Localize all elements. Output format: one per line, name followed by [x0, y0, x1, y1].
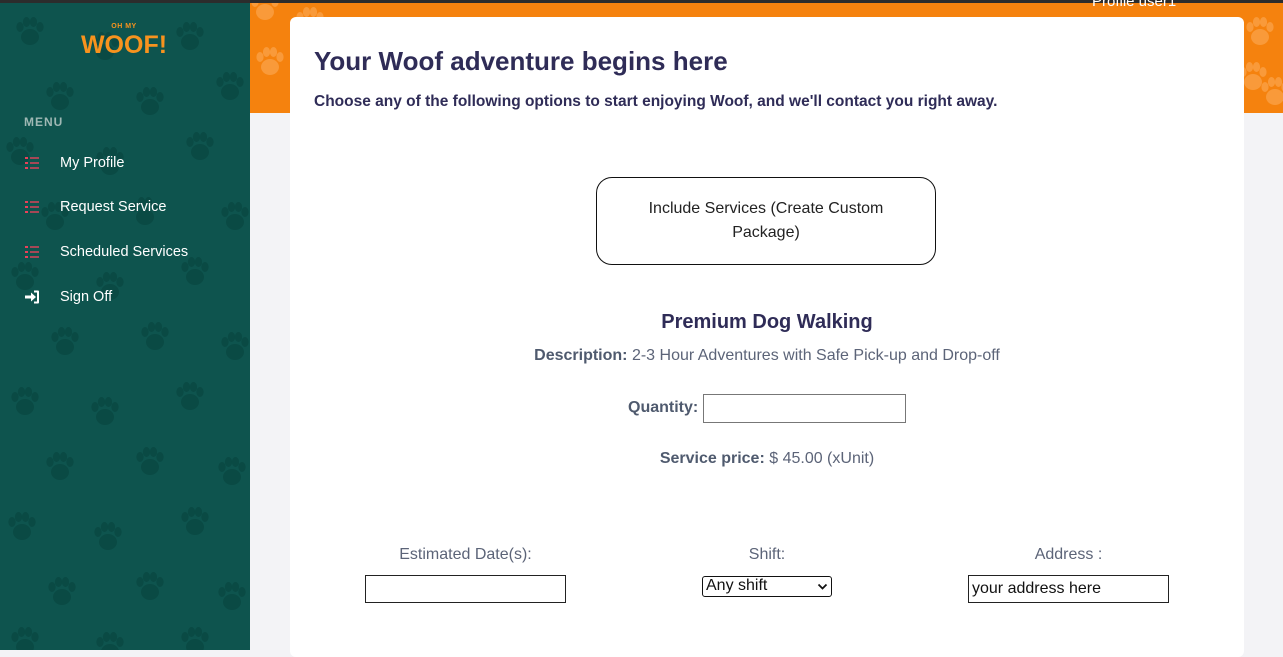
request-service-card: Your Woof adventure begins here Choose a… [290, 17, 1244, 657]
profile-user-label[interactable]: Profile user1 [1092, 0, 1176, 10]
page-subtitle: Choose any of the following options to s… [314, 93, 998, 110]
sidebar-item-label: Scheduled Services [60, 244, 189, 260]
quantity-input[interactable] [703, 394, 906, 423]
sidebar-item-label: Request Service [60, 199, 167, 215]
shift-select[interactable]: Any shift [702, 576, 832, 597]
page-title: Your Woof adventure begins here [314, 46, 728, 76]
sidebar-item-request-service[interactable]: Request Service [0, 190, 250, 224]
sidebar-item-label: My Profile [60, 155, 125, 171]
sign-in-icon [25, 290, 39, 304]
description-label: Description: [534, 347, 628, 364]
sidebar-item-sign-off[interactable]: Sign Off [0, 280, 250, 314]
create-custom-package-button[interactable]: Include Services (Create Custom Package) [596, 177, 936, 265]
service-description: Description: 2-3 Hour Adventures with Sa… [290, 347, 1244, 365]
address-input[interactable]: your address here [968, 575, 1169, 603]
menu-heading: MENU [24, 115, 64, 129]
sidebar-item-label: Sign Off [60, 289, 113, 305]
quantity-label: Quantity: [628, 399, 699, 416]
date-label: Estimated Date(s): [399, 546, 532, 563]
description-text: 2-3 Hour Adventures with Safe Pick-up an… [627, 347, 1000, 364]
price-value: $ 45.00 (xUnit) [764, 450, 875, 467]
paw-pattern-background [6, 17, 249, 650]
sidebar-item-my-profile[interactable]: My Profile [0, 146, 250, 180]
price-label: Service price: [659, 450, 765, 467]
logo-wordmark: WOOF! [80, 31, 168, 59]
service-price: Service price: $ 45.00 (xUnit) [290, 450, 1244, 468]
logo-tagline: OH MY [111, 23, 137, 30]
list-icon [25, 201, 39, 213]
list-icon [25, 246, 39, 258]
service-name: Premium Dog Walking [661, 311, 873, 333]
shift-label: Shift: [748, 546, 786, 563]
sidebar: OH MY WOOF! MENU My Profile Request Serv… [0, 3, 250, 650]
woof-logo[interactable]: OH MY WOOF! [76, 21, 176, 65]
date-input[interactable] [365, 575, 566, 603]
shift-selected-value: Any shift [706, 577, 768, 594]
address-label: Address : [1034, 546, 1103, 563]
list-icon [25, 157, 39, 169]
chevron-down-icon [817, 583, 828, 590]
sidebar-item-scheduled-services[interactable]: Scheduled Services [0, 235, 250, 269]
address-value: your address here [972, 580, 1101, 597]
